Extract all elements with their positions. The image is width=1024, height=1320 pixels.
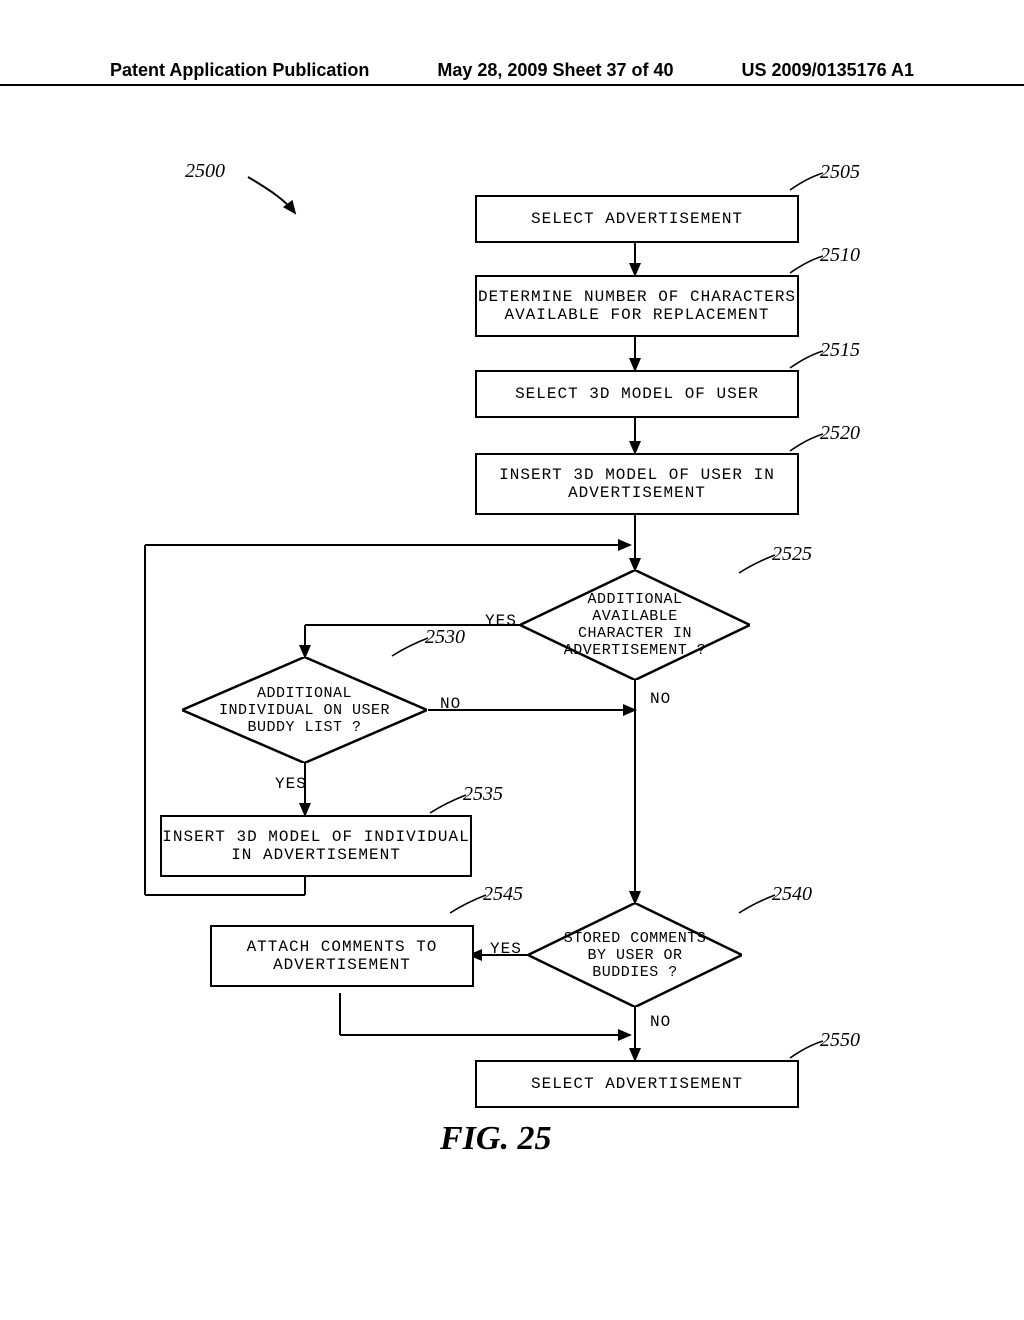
label-2530-yes: YES	[275, 775, 307, 793]
ref-2530: 2530	[425, 626, 465, 649]
diamond-2530: ADDITIONAL INDIVIDUAL ON USER BUDDY LIST…	[182, 657, 427, 763]
header-center: May 28, 2009 Sheet 37 of 40	[437, 60, 673, 81]
diamond-2540: STORED COMMENTS BY USER OR BUDDIES ?	[528, 903, 742, 1007]
diamond-2530-text: ADDITIONAL INDIVIDUAL ON USER BUDDY LIST…	[182, 657, 427, 763]
ref-2515: 2515	[820, 339, 860, 362]
box-2520: INSERT 3D MODEL OF USER IN ADVERTISEMENT	[475, 453, 799, 515]
ref-2510: 2510	[820, 244, 860, 267]
diamond-2525-text: ADDITIONAL AVAILABLE CHARACTER IN ADVERT…	[520, 570, 750, 680]
label-2540-no: NO	[650, 1013, 671, 1031]
page-header: Patent Application Publication May 28, 2…	[0, 84, 1024, 109]
label-2525-yes: YES	[485, 612, 517, 630]
box-2510: DETERMINE NUMBER OF CHARACTERS AVAILABLE…	[475, 275, 799, 337]
label-2540-yes: YES	[490, 940, 522, 958]
label-2530-no: NO	[440, 695, 461, 713]
box-2515: SELECT 3D MODEL OF USER	[475, 370, 799, 418]
diamond-2540-text: STORED COMMENTS BY USER OR BUDDIES ?	[528, 903, 742, 1007]
header-right: US 2009/0135176 A1	[742, 60, 914, 81]
ref-2535: 2535	[463, 783, 503, 806]
flowchart-diagram: 2500 SELECT ADVERTISEMENT 2505 DETERMINE…	[90, 135, 920, 1235]
box-2545: ATTACH COMMENTS TO ADVERTISEMENT	[210, 925, 474, 987]
ref-2500: 2500	[185, 160, 225, 183]
ref-2545: 2545	[483, 883, 523, 906]
diamond-2525: ADDITIONAL AVAILABLE CHARACTER IN ADVERT…	[520, 570, 750, 680]
label-2525-no: NO	[650, 690, 671, 708]
ref-2505: 2505	[820, 161, 860, 184]
ref-2520: 2520	[820, 422, 860, 445]
figure-caption: FIG. 25	[440, 1120, 551, 1158]
box-2505: SELECT ADVERTISEMENT	[475, 195, 799, 243]
ref-2525: 2525	[772, 543, 812, 566]
box-2550: SELECT ADVERTISEMENT	[475, 1060, 799, 1108]
ref-2540: 2540	[772, 883, 812, 906]
box-2535: INSERT 3D MODEL OF INDIVIDUAL IN ADVERTI…	[160, 815, 472, 877]
header-left: Patent Application Publication	[110, 60, 369, 81]
ref-2550: 2550	[820, 1029, 860, 1052]
